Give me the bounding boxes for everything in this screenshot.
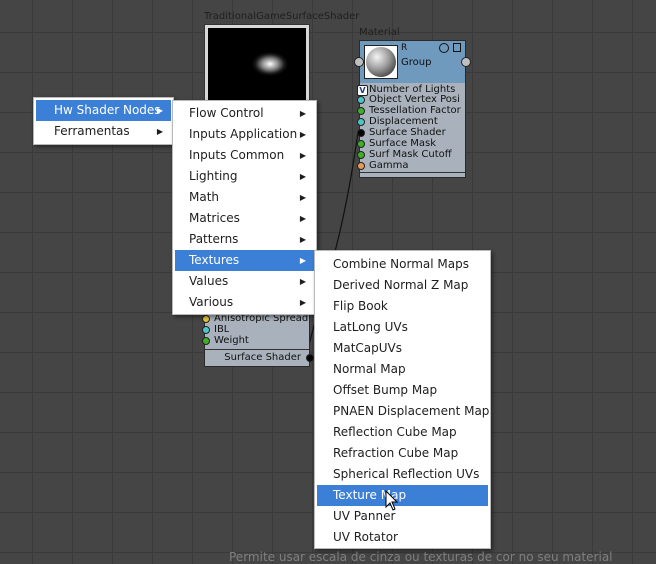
surface-shader-preview bbox=[204, 24, 310, 110]
surface-mask-port[interactable] bbox=[357, 140, 365, 148]
triangle-right-icon: ▶ bbox=[299, 235, 306, 244]
triangle-right-icon: ▶ bbox=[299, 256, 306, 265]
triangle-right-icon: ▶ bbox=[299, 151, 306, 160]
status-bar-hint: Permite usar escala de cinza ou texturas… bbox=[229, 550, 613, 564]
gamma-port[interactable] bbox=[357, 162, 365, 170]
context-menu-main: Hw Shader Nodes ▶ Ferramentas ▶ bbox=[33, 97, 174, 145]
menu-item-inputs-common[interactable]: Inputs Common ▶ bbox=[175, 145, 314, 166]
menu-item-various[interactable]: Various ▶ bbox=[175, 292, 314, 313]
surf-mask-cutoff-port[interactable] bbox=[357, 151, 365, 159]
triangle-right-icon: ▶ bbox=[299, 298, 306, 307]
material-swatch bbox=[364, 45, 398, 79]
context-menu-textures: Combine Normal Maps Derived Normal Z Map… bbox=[314, 250, 491, 549]
tessellation-factor-attr: Tessellation Factor bbox=[369, 105, 461, 116]
menu-item-reflection-cube-map[interactable]: Reflection Cube Map bbox=[317, 422, 488, 443]
menu-item-derived-normal-z-map[interactable]: Derived Normal Z Map bbox=[317, 275, 488, 296]
triangle-right-icon: ▶ bbox=[299, 172, 306, 181]
ibl-attr: IBL bbox=[214, 324, 230, 335]
menu-item-matcapuvs[interactable]: MatCapUVs bbox=[317, 338, 488, 359]
material-surface-shader-port[interactable] bbox=[357, 129, 365, 137]
menu-item-offset-bump-map[interactable]: Offset Bump Map bbox=[317, 380, 488, 401]
material-group-label: Group bbox=[401, 57, 432, 68]
material-node-title: Material bbox=[359, 27, 400, 38]
surface-shader-node-title: TraditionalGameSurfaceShader bbox=[204, 11, 360, 22]
menu-item-flip-book[interactable]: Flip Book bbox=[317, 296, 488, 317]
menu-item-spherical-reflection-uvs[interactable]: Spherical Reflection UVs bbox=[317, 464, 488, 485]
menu-item-ferramentas[interactable]: Ferramentas ▶ bbox=[36, 121, 171, 142]
mouse-pointer-icon bbox=[385, 490, 399, 511]
menu-item-flow-control[interactable]: Flow Control ▶ bbox=[175, 103, 314, 124]
v-badge-icon: V bbox=[357, 85, 368, 96]
triangle-right-icon: ▶ bbox=[299, 109, 306, 118]
menu-item-uv-rotator[interactable]: UV Rotator bbox=[317, 527, 488, 548]
object-vertex-attr: Object Vertex Posi bbox=[369, 94, 460, 105]
surf-mask-cutoff-attr: Surf Mask Cutoff bbox=[369, 149, 452, 160]
displacement-attr: Displacement bbox=[369, 116, 438, 127]
context-menu-hw-shader-nodes: Flow Control ▶ Inputs Application ▶ Inputs… bbox=[172, 100, 317, 315]
gamma-attr: Gamma bbox=[369, 160, 409, 171]
menu-item-textures[interactable]: Textures ▶ bbox=[175, 250, 314, 271]
triangle-right-icon: ▶ bbox=[299, 193, 306, 202]
menu-item-latlong-uvs[interactable]: LatLong UVs bbox=[317, 317, 488, 338]
surface-mask-attr: Surface Mask bbox=[369, 138, 437, 149]
object-vertex-port[interactable] bbox=[357, 96, 365, 104]
menu-item-values[interactable]: Values ▶ bbox=[175, 271, 314, 292]
triangle-right-icon: ▶ bbox=[299, 277, 306, 286]
material-node-header[interactable]: R Group bbox=[354, 40, 471, 84]
ibl-port[interactable] bbox=[202, 326, 210, 334]
material-swatch-label: R bbox=[401, 43, 408, 53]
triangle-right-icon: ▶ bbox=[299, 214, 306, 223]
weight-attr: Weight bbox=[214, 335, 249, 346]
copy-icon[interactable] bbox=[453, 43, 461, 52]
material-surface-shader-attr: Surface Shader bbox=[369, 127, 446, 138]
triangle-right-icon: ▶ bbox=[156, 106, 163, 115]
menu-item-matrices[interactable]: Matrices ▶ bbox=[175, 208, 314, 229]
menu-item-pnaen-displacement-map[interactable]: PNAEN Displacement Map bbox=[317, 401, 489, 422]
surface-shader-output-port[interactable] bbox=[306, 354, 314, 362]
menu-item-math[interactable]: Math ▶ bbox=[175, 187, 314, 208]
menu-item-combine-normal-maps[interactable]: Combine Normal Maps bbox=[317, 254, 488, 275]
tessellation-factor-port[interactable] bbox=[357, 107, 365, 115]
displacement-port[interactable] bbox=[357, 118, 365, 126]
surface-shader-output-label: Surface Shader bbox=[224, 352, 301, 363]
menu-item-texture-map[interactable]: Texture Map bbox=[317, 485, 488, 506]
anisotropic-spread-port[interactable] bbox=[202, 315, 210, 323]
triangle-right-icon: ▶ bbox=[156, 127, 163, 136]
menu-item-inputs-application[interactable]: Inputs Application ▶ bbox=[175, 124, 314, 145]
menu-item-patterns[interactable]: Patterns ▶ bbox=[175, 229, 314, 250]
menu-item-refraction-cube-map[interactable]: Refraction Cube Map bbox=[317, 443, 488, 464]
menu-item-lighting[interactable]: Lighting ▶ bbox=[175, 166, 314, 187]
material-output-port[interactable] bbox=[461, 57, 471, 67]
triangle-right-icon: ▶ bbox=[299, 130, 306, 139]
menu-item-normal-map[interactable]: Normal Map bbox=[317, 359, 488, 380]
menu-item-hw-shader-nodes[interactable]: Hw Shader Nodes ▶ bbox=[36, 100, 171, 121]
weight-port[interactable] bbox=[202, 337, 210, 345]
menu-item-uv-panner[interactable]: UV Panner bbox=[317, 506, 488, 527]
clock-icon[interactable] bbox=[439, 43, 449, 53]
material-input-port[interactable] bbox=[354, 57, 364, 67]
